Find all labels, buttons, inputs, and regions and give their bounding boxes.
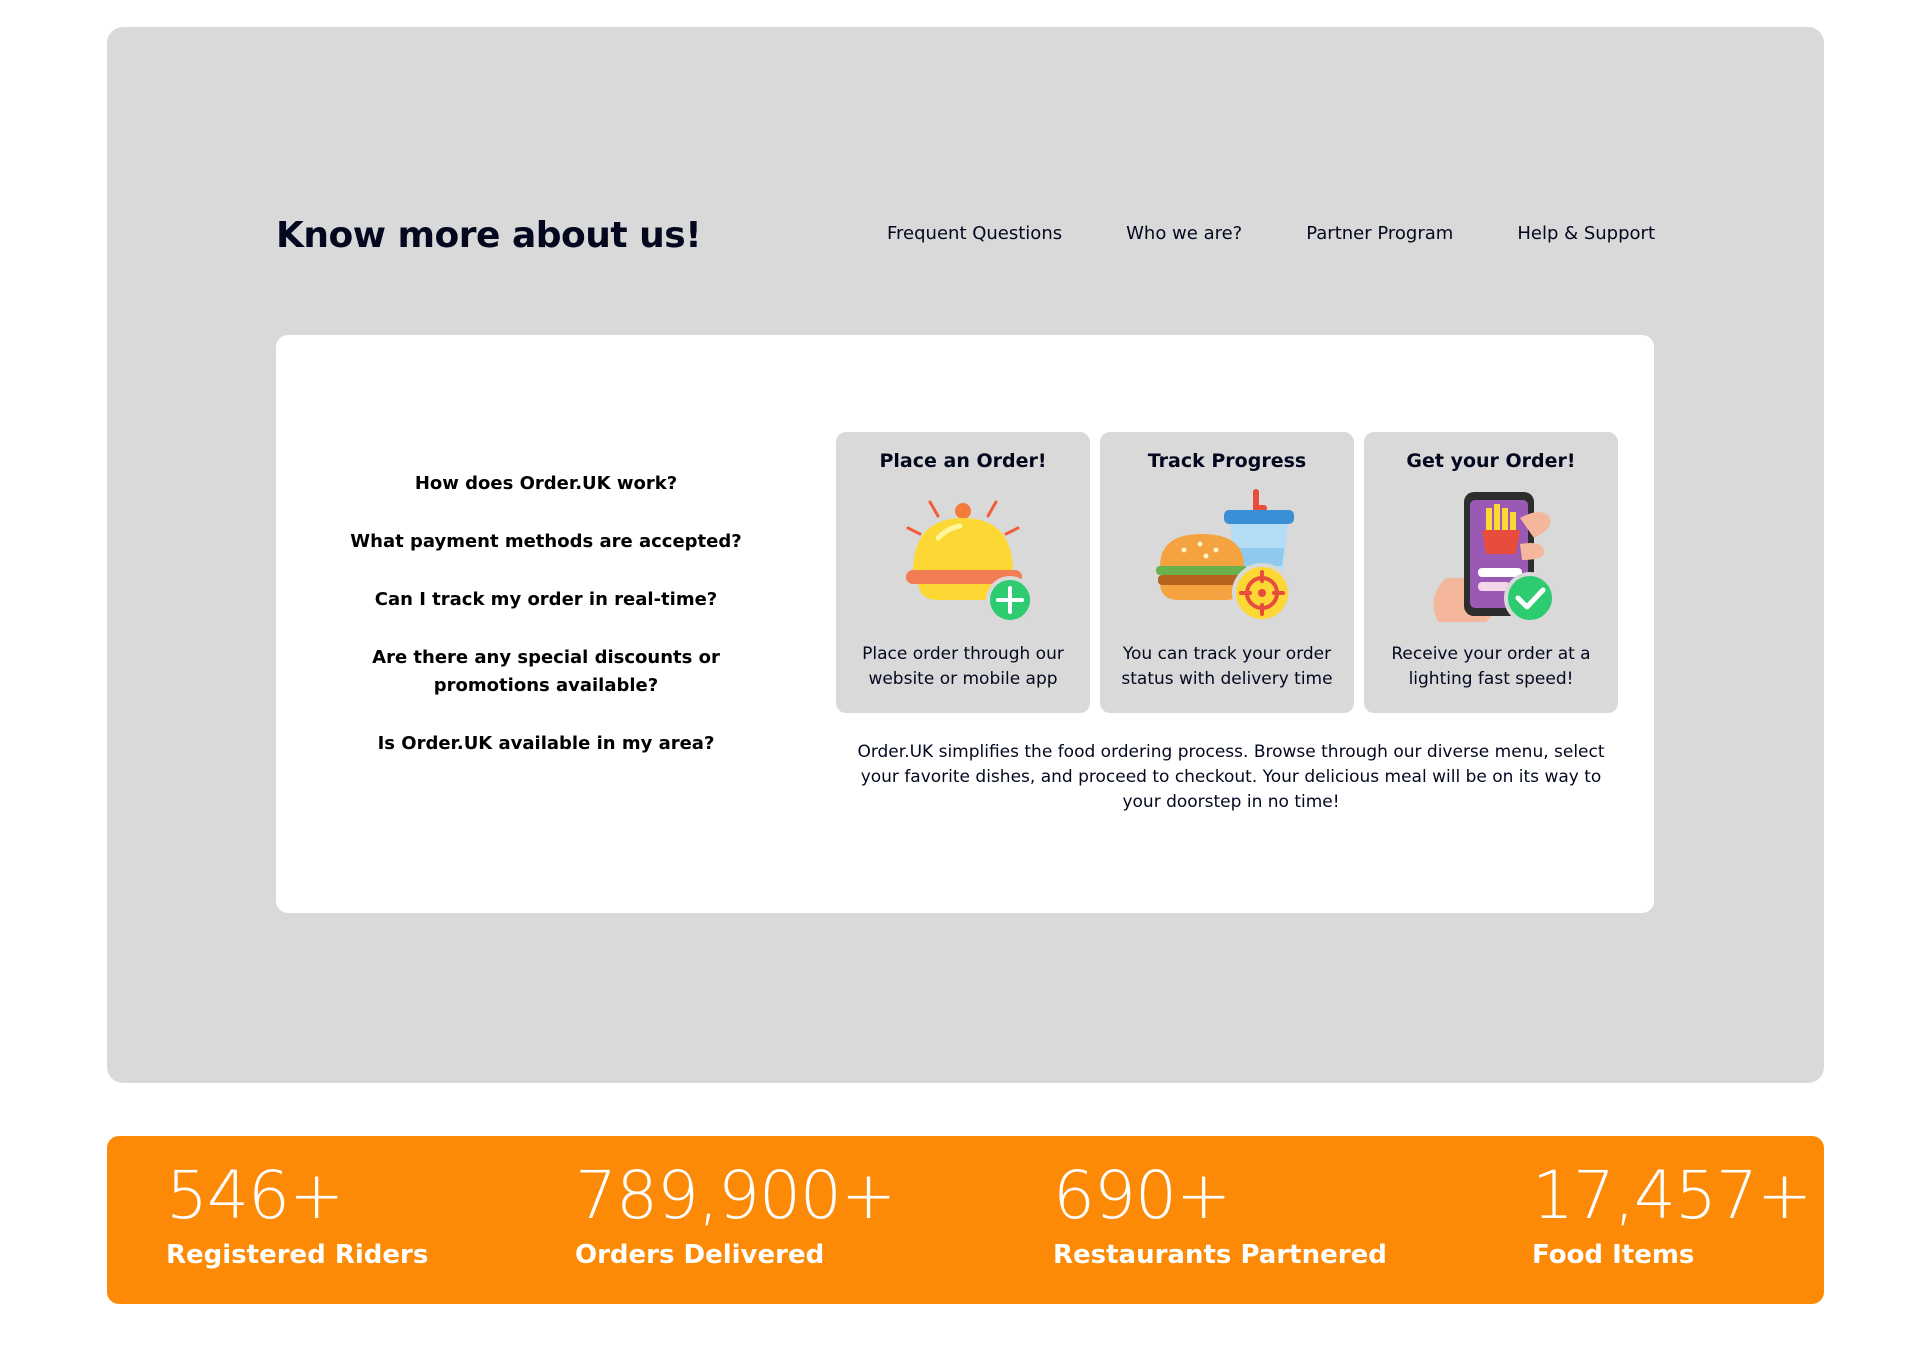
tab-frequent-questions[interactable]: Frequent Questions <box>887 217 1062 250</box>
tab-help-support[interactable]: Help & Support <box>1517 217 1655 250</box>
faq-list: How does Order.UK work? What payment met… <box>336 470 756 788</box>
step-card-place-order: Place an Order! Place order through our … <box>836 432 1090 713</box>
stat-orders-delivered: 789,900+ Orders Delivered <box>575 1157 896 1272</box>
stats-bar: 546+ Registered Riders 789,900+ Orders D… <box>107 1136 1824 1304</box>
know-more-section: Know more about us! Frequent Questions W… <box>107 27 1824 1083</box>
tab-partner-program[interactable]: Partner Program <box>1306 217 1453 250</box>
faq-question[interactable]: Can I track my order in real-time? <box>336 586 756 614</box>
section-title: Know more about us! <box>276 215 702 256</box>
tab-who-we-are[interactable]: Who we are? <box>1126 217 1242 250</box>
stat-value: 546+ <box>166 1157 344 1234</box>
step-description: Receive your order at a lighting fast sp… <box>1391 644 1591 689</box>
faq-question[interactable]: Are there any special discounts or promo… <box>336 644 756 700</box>
step-description: Place order through our website or mobil… <box>862 644 1064 689</box>
faq-question[interactable]: Is Order.UK available in my area? <box>336 730 756 758</box>
stat-label: Orders Delivered <box>575 1240 825 1270</box>
stat-value: 789,900+ <box>575 1157 896 1234</box>
step-title: Get your Order! <box>1406 450 1576 472</box>
faq-question[interactable]: What payment methods are accepted? <box>336 528 756 556</box>
stat-value: 17,457+ <box>1532 1157 1812 1234</box>
about-tabs: Frequent Questions Who we are? Partner P… <box>887 217 1655 250</box>
step-title: Track Progress <box>1147 450 1307 472</box>
stat-label: Registered Riders <box>166 1240 429 1270</box>
burger-drink-tracking-icon <box>1156 489 1294 623</box>
step-title: Place an Order! <box>879 450 1047 472</box>
stat-value: 690+ <box>1053 1157 1231 1234</box>
how-it-works-summary: Order.UK simplifies the food ordering pr… <box>857 742 1605 812</box>
stat-restaurants-partnered: 690+ Restaurants Partnered <box>1053 1158 1387 1272</box>
phone-fries-check-icon <box>1433 492 1556 624</box>
stat-label: Food Items <box>1532 1240 1695 1270</box>
faq-question[interactable]: How does Order.UK work? <box>336 470 756 498</box>
how-it-works-steps: Place an Order! Place order through our … <box>836 432 1618 713</box>
step-card-get-order: Get your Order! Receive your order at a … <box>1364 432 1618 713</box>
step-description: You can track your order status with del… <box>1121 644 1333 689</box>
stat-food-items: 17,457+ Food Items <box>1532 1157 1812 1272</box>
step-card-track-progress: Track Progress You can track your order … <box>1100 432 1354 713</box>
stat-label: Restaurants Partnered <box>1053 1240 1387 1270</box>
faq-card: How does Order.UK work? What payment met… <box>276 335 1654 913</box>
stat-registered-riders: 546+ Registered Riders <box>166 1158 428 1272</box>
food-cloche-add-icon <box>906 500 1034 624</box>
